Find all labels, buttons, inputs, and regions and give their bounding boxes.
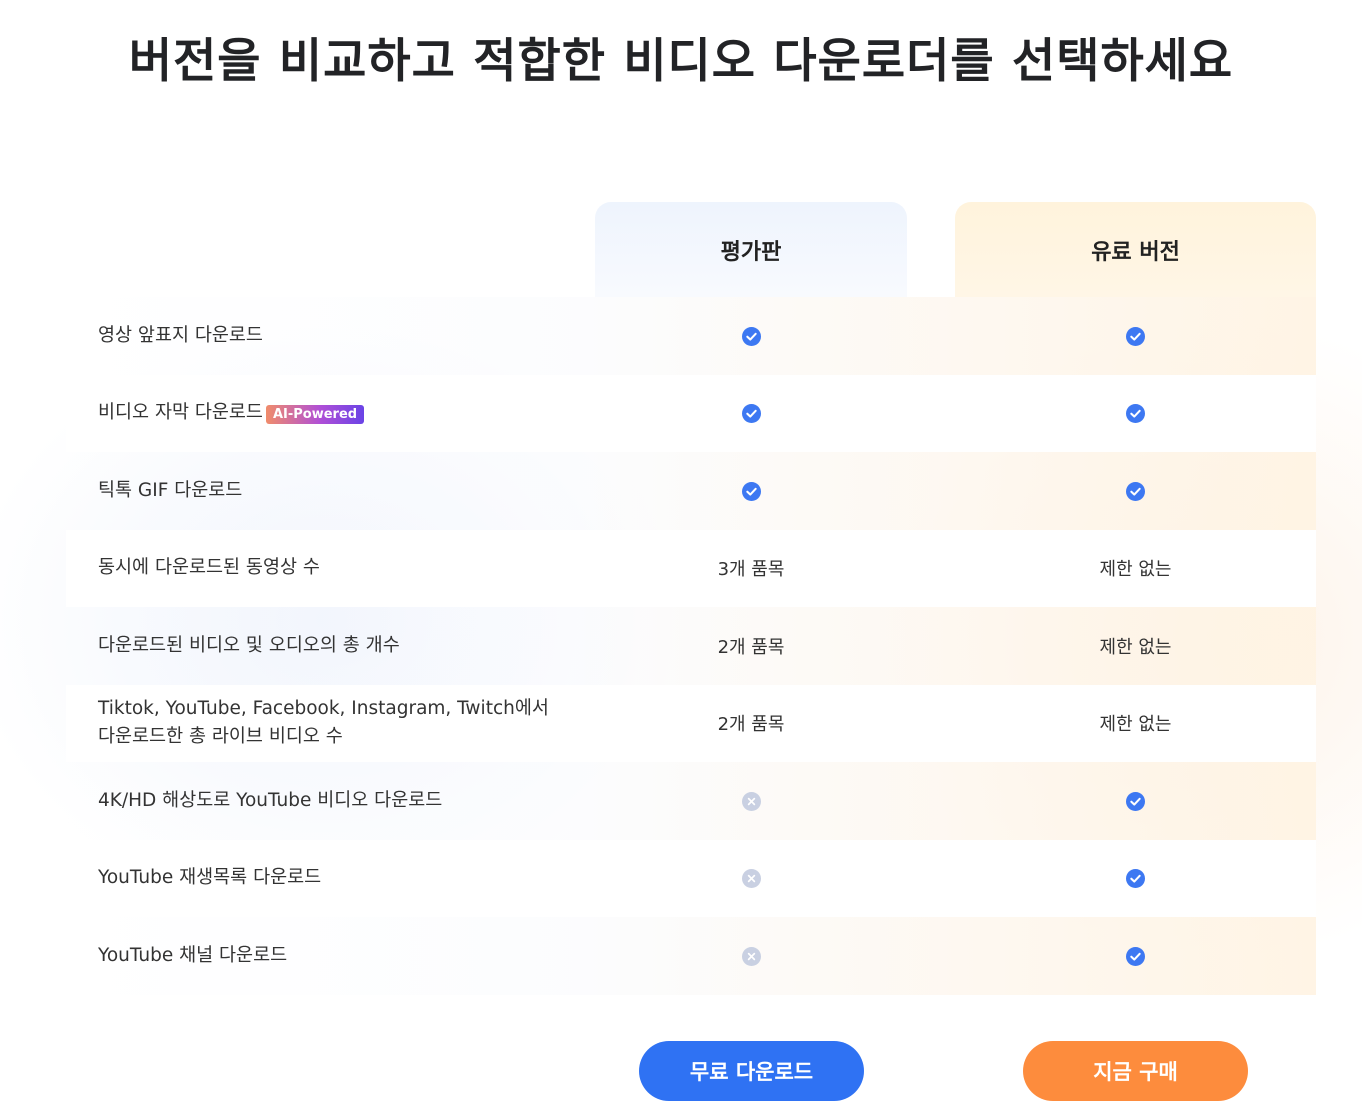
trial-cell: 2개 품목 — [595, 710, 907, 736]
feature-label: YouTube 재생목록 다운로드 — [66, 864, 628, 892]
cross-icon — [741, 946, 761, 966]
cell-value: 2개 품목 — [717, 636, 785, 658]
trial-cell — [595, 791, 907, 811]
paid-cell — [955, 326, 1316, 346]
feature-label: 동시에 다운로드된 동영상 수 — [66, 554, 628, 582]
check-icon — [1126, 946, 1145, 966]
trial-cell: 3개 품목 — [595, 555, 907, 581]
comparison-table: 영상 앞표지 다운로드 비디오 자막 다운로드 AI-Powered 틱톡 GIF… — [66, 297, 1316, 995]
feature-text: 영상 앞표지 다운로드 — [98, 324, 263, 346]
check-icon — [1126, 481, 1145, 501]
table-row: YouTube 재생목록 다운로드 — [66, 839, 1316, 917]
table-row: Tiktok, YouTube, Facebook, Instagram, Tw… — [66, 684, 1316, 762]
feature-label: 다운로드된 비디오 및 오디오의 총 개수 — [66, 632, 628, 660]
cell-value: 제한 없는 — [1099, 559, 1172, 581]
ai-powered-badge: AI-Powered — [265, 404, 365, 424]
feature-text: 비디오 자막 다운로드 — [98, 402, 263, 424]
free-download-button[interactable]: 무료 다운로드 — [639, 1041, 864, 1101]
buy-now-button[interactable]: 지금 구매 — [1023, 1041, 1248, 1101]
check-icon — [741, 326, 761, 346]
cell-value: 제한 없는 — [1099, 636, 1172, 658]
feature-text: YouTube 채널 다운로드 — [98, 944, 288, 966]
feature-text: Tiktok, YouTube, Facebook, Instagram, Tw… — [98, 698, 549, 748]
cross-icon — [741, 791, 761, 811]
comparison-page: 버전을 비교하고 적합한 비디오 다운로더를 선택하세요 평가판 유료 버전 영… — [0, 0, 1362, 1111]
paid-column-label: 유료 버전 — [1091, 239, 1180, 265]
cell-value: 제한 없는 — [1099, 714, 1172, 736]
feature-text: YouTube 재생목록 다운로드 — [98, 867, 322, 889]
feature-text: 4K/HD 해상도로 YouTube 비디오 다운로드 — [98, 789, 443, 811]
check-icon — [741, 404, 761, 424]
cell-value: 3개 품목 — [717, 559, 785, 581]
table-row: 영상 앞표지 다운로드 — [66, 297, 1316, 375]
cross-icon — [741, 869, 761, 889]
table-row: 다운로드된 비디오 및 오디오의 총 개수 2개 품목 제한 없는 — [66, 607, 1316, 685]
check-icon — [1126, 791, 1145, 811]
table-row: 틱톡 GIF 다운로드 — [66, 452, 1316, 530]
page-title: 버전을 비교하고 적합한 비디오 다운로더를 선택하세요 — [128, 34, 1234, 89]
paid-cell — [955, 946, 1316, 966]
feature-text: 동시에 다운로드된 동영상 수 — [98, 557, 320, 579]
table-row: 동시에 다운로드된 동영상 수 3개 품목 제한 없는 — [66, 529, 1316, 607]
feature-label: 영상 앞표지 다운로드 — [66, 322, 628, 350]
check-icon — [1126, 404, 1145, 424]
check-icon — [741, 481, 761, 501]
trial-cell — [595, 946, 907, 966]
paid-cell — [955, 481, 1316, 501]
trial-cell — [595, 403, 907, 424]
paid-cell: 제한 없는 — [955, 710, 1316, 736]
check-icon — [1126, 869, 1145, 889]
paid-cell — [955, 403, 1316, 424]
action-buttons: 무료 다운로드 지금 구매 — [0, 1041, 1362, 1101]
check-icon — [1126, 326, 1145, 346]
trial-column-header: 평가판 — [595, 202, 907, 297]
trial-cell — [595, 868, 907, 889]
paid-cell: 제한 없는 — [955, 555, 1316, 581]
table-row: 4K/HD 해상도로 YouTube 비디오 다운로드 — [66, 762, 1316, 840]
paid-column-header: 유료 버전 — [955, 202, 1316, 297]
feature-label: 4K/HD 해상도로 YouTube 비디오 다운로드 — [66, 787, 628, 815]
feature-text: 틱톡 GIF 다운로드 — [98, 479, 243, 501]
trial-cell: 2개 품목 — [595, 633, 907, 659]
paid-cell — [955, 868, 1316, 889]
table-row: YouTube 채널 다운로드 — [66, 917, 1316, 995]
cell-value: 2개 품목 — [717, 714, 785, 736]
table-row: 비디오 자막 다운로드 AI-Powered — [66, 374, 1316, 452]
trial-cell — [595, 481, 907, 501]
feature-label: Tiktok, YouTube, Facebook, Instagram, Tw… — [66, 695, 568, 751]
feature-label: 비디오 자막 다운로드 AI-Powered — [66, 399, 628, 427]
feature-text: 다운로드된 비디오 및 오디오의 총 개수 — [98, 634, 400, 656]
paid-cell — [955, 791, 1316, 811]
trial-cell — [595, 326, 907, 346]
feature-label: YouTube 채널 다운로드 — [66, 942, 628, 970]
trial-column-label: 평가판 — [720, 239, 782, 265]
paid-cell: 제한 없는 — [955, 633, 1316, 659]
feature-label: 틱톡 GIF 다운로드 — [66, 477, 628, 505]
